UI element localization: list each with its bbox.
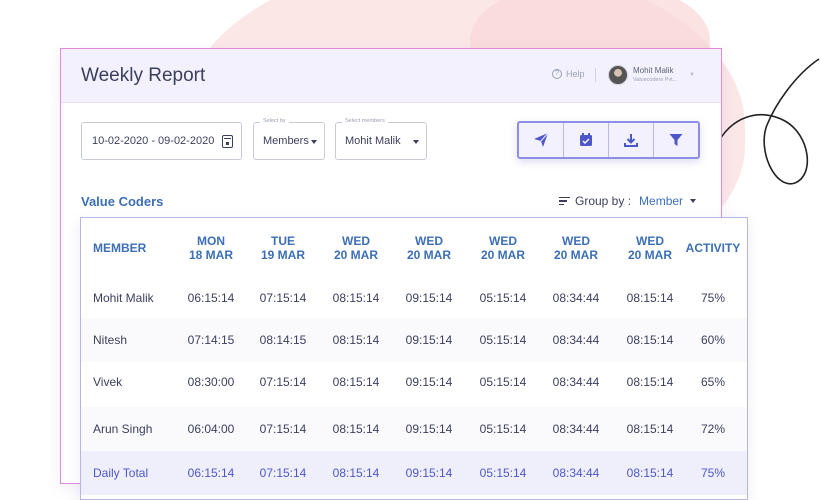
download-button[interactable]: [609, 123, 654, 157]
select-members-value: Mohit Malik: [345, 135, 401, 147]
calendar-icon: [580, 133, 592, 146]
decorative-scribble: [716, 58, 820, 185]
member-name: Mohit Malik: [93, 291, 154, 305]
time-cell: 08:34:44: [552, 333, 600, 347]
activity-cell: 60%: [700, 333, 726, 347]
total-cell: 05:15:14: [479, 466, 527, 480]
table-row: Arun Singh 06:04:00 07:15:14 08:15:14 09…: [81, 407, 747, 451]
help-icon: ?: [552, 69, 562, 79]
time-cell: 08:34:44: [552, 291, 600, 305]
column-header-day[interactable]: WED 20 MAR: [468, 218, 538, 278]
daily-total-row: Daily Total 06:15:14 07:15:14 08:15:14 0…: [81, 451, 747, 495]
time-cell: 07:15:14: [259, 422, 307, 436]
group-by-label: Group by :: [575, 194, 632, 208]
select-by-label: Select by: [260, 118, 289, 124]
activity-cell: 65%: [700, 375, 726, 389]
calendar-icon[interactable]: [222, 135, 233, 148]
time-cell: 08:34:44: [552, 375, 600, 389]
help-label: Help: [566, 69, 585, 79]
time-cell: 05:15:14: [479, 333, 527, 347]
column-header-day[interactable]: WED 20 MAR: [615, 218, 685, 278]
group-by-value: Member: [639, 194, 684, 208]
avatar[interactable]: [608, 65, 628, 85]
stage: Weekly Report ? Help Mohit Malik Valueco…: [0, 0, 820, 500]
total-cell: 07:15:14: [259, 466, 307, 480]
chevron-down-icon[interactable]: ▼: [689, 72, 695, 78]
table-row: Mohit Malik 06:15:14 07:15:14 08:15:14 0…: [81, 276, 747, 320]
time-cell: 07:15:14: [259, 375, 307, 389]
time-cell: 09:15:14: [405, 422, 453, 436]
select-members-label: Select members: [342, 118, 388, 124]
time-cell: 08:34:44: [552, 422, 600, 436]
time-cell: 08:15:14: [332, 333, 380, 347]
group-by-dropdown[interactable]: Group by : Member: [559, 194, 697, 208]
column-header-day[interactable]: TUE 19 MAR: [248, 218, 318, 278]
total-cell: 08:15:14: [626, 466, 674, 480]
user-name[interactable]: Mohit Malik: [633, 66, 673, 75]
time-cell: 08:30:00: [187, 375, 235, 389]
schedule-button[interactable]: [564, 123, 609, 157]
caret-down-icon: [413, 140, 419, 144]
time-cell: 08:15:14: [626, 375, 674, 389]
select-by-value: Members: [263, 135, 309, 147]
total-activity-cell: 75%: [700, 466, 726, 480]
action-toolbar: [517, 121, 700, 159]
select-by-dropdown[interactable]: Select by Members: [253, 118, 325, 160]
time-cell: 08:15:14: [626, 333, 674, 347]
table-row: Nitesh 07:14:15 08:14:15 08:15:14 09:15:…: [81, 318, 747, 362]
time-cell: 08:15:14: [626, 422, 674, 436]
column-header-day[interactable]: WED 20 MAR: [541, 218, 611, 278]
date-range-value: 10-02-2020 - 09-02-2020: [92, 135, 215, 147]
time-cell: 06:15:14: [187, 291, 235, 305]
column-header-activity[interactable]: ACTIVITY: [682, 218, 744, 278]
time-cell: 08:15:14: [332, 291, 380, 305]
time-cell: 07:14:15: [187, 333, 235, 347]
activity-cell: 72%: [700, 422, 726, 436]
send-button[interactable]: [519, 123, 564, 157]
table-row: Vivek 08:30:00 07:15:14 08:15:14 09:15:1…: [81, 360, 747, 404]
section-title: Value Coders: [81, 194, 164, 209]
time-cell: 08:15:14: [332, 422, 380, 436]
column-header-member[interactable]: MEMBER: [93, 218, 173, 278]
time-cell: 05:15:14: [479, 291, 527, 305]
column-header-day[interactable]: MON 18 MAR: [176, 218, 246, 278]
time-cell: 08:15:14: [332, 375, 380, 389]
time-cell: 09:15:14: [405, 375, 453, 389]
report-table: MEMBER MON 18 MAR TUE 19 MAR WED 20 MAR WED…: [80, 217, 748, 500]
select-members-dropdown[interactable]: Select members Mohit Malik: [335, 118, 427, 160]
time-cell: 05:15:14: [479, 422, 527, 436]
panel-header: Weekly Report ? Help Mohit Malik Valueco…: [61, 49, 721, 103]
time-cell: 05:15:14: [479, 375, 527, 389]
total-cell: 06:15:14: [187, 466, 235, 480]
member-name: Vivek: [93, 375, 123, 389]
time-cell: 09:15:14: [405, 291, 453, 305]
time-cell: 08:14:15: [259, 333, 307, 347]
time-cell: 08:15:14: [626, 291, 674, 305]
header-divider: [595, 68, 596, 82]
page-title: Weekly Report: [81, 64, 206, 86]
send-icon: [534, 132, 549, 147]
total-cell: 09:15:14: [405, 466, 453, 480]
table-header-row: MEMBER MON 18 MAR TUE 19 MAR WED 20 MAR WED…: [81, 218, 747, 278]
total-cell: 08:34:44: [552, 466, 600, 480]
download-icon: [624, 134, 638, 147]
user-org: Valuecoders Pvt...: [633, 77, 678, 83]
column-header-day[interactable]: WED 20 MAR: [321, 218, 391, 278]
time-cell: 09:15:14: [405, 333, 453, 347]
caret-down-icon: [311, 140, 317, 144]
member-name: Nitesh: [93, 333, 128, 347]
filter-button[interactable]: [654, 123, 698, 157]
time-cell: 07:15:14: [259, 291, 307, 305]
member-name: Arun Singh: [93, 422, 153, 436]
time-cell: 06:04:00: [187, 422, 235, 436]
activity-cell: 75%: [700, 291, 726, 305]
filter-icon: [669, 134, 683, 146]
daily-total-label: Daily Total: [93, 466, 149, 480]
caret-down-icon: [690, 199, 697, 203]
help-link[interactable]: ? Help: [552, 69, 585, 79]
total-cell: 08:15:14: [332, 466, 380, 480]
date-range-input[interactable]: 10-02-2020 - 09-02-2020: [81, 122, 242, 160]
column-header-day[interactable]: WED 20 MAR: [394, 218, 464, 278]
sort-lines-icon: [559, 195, 570, 208]
